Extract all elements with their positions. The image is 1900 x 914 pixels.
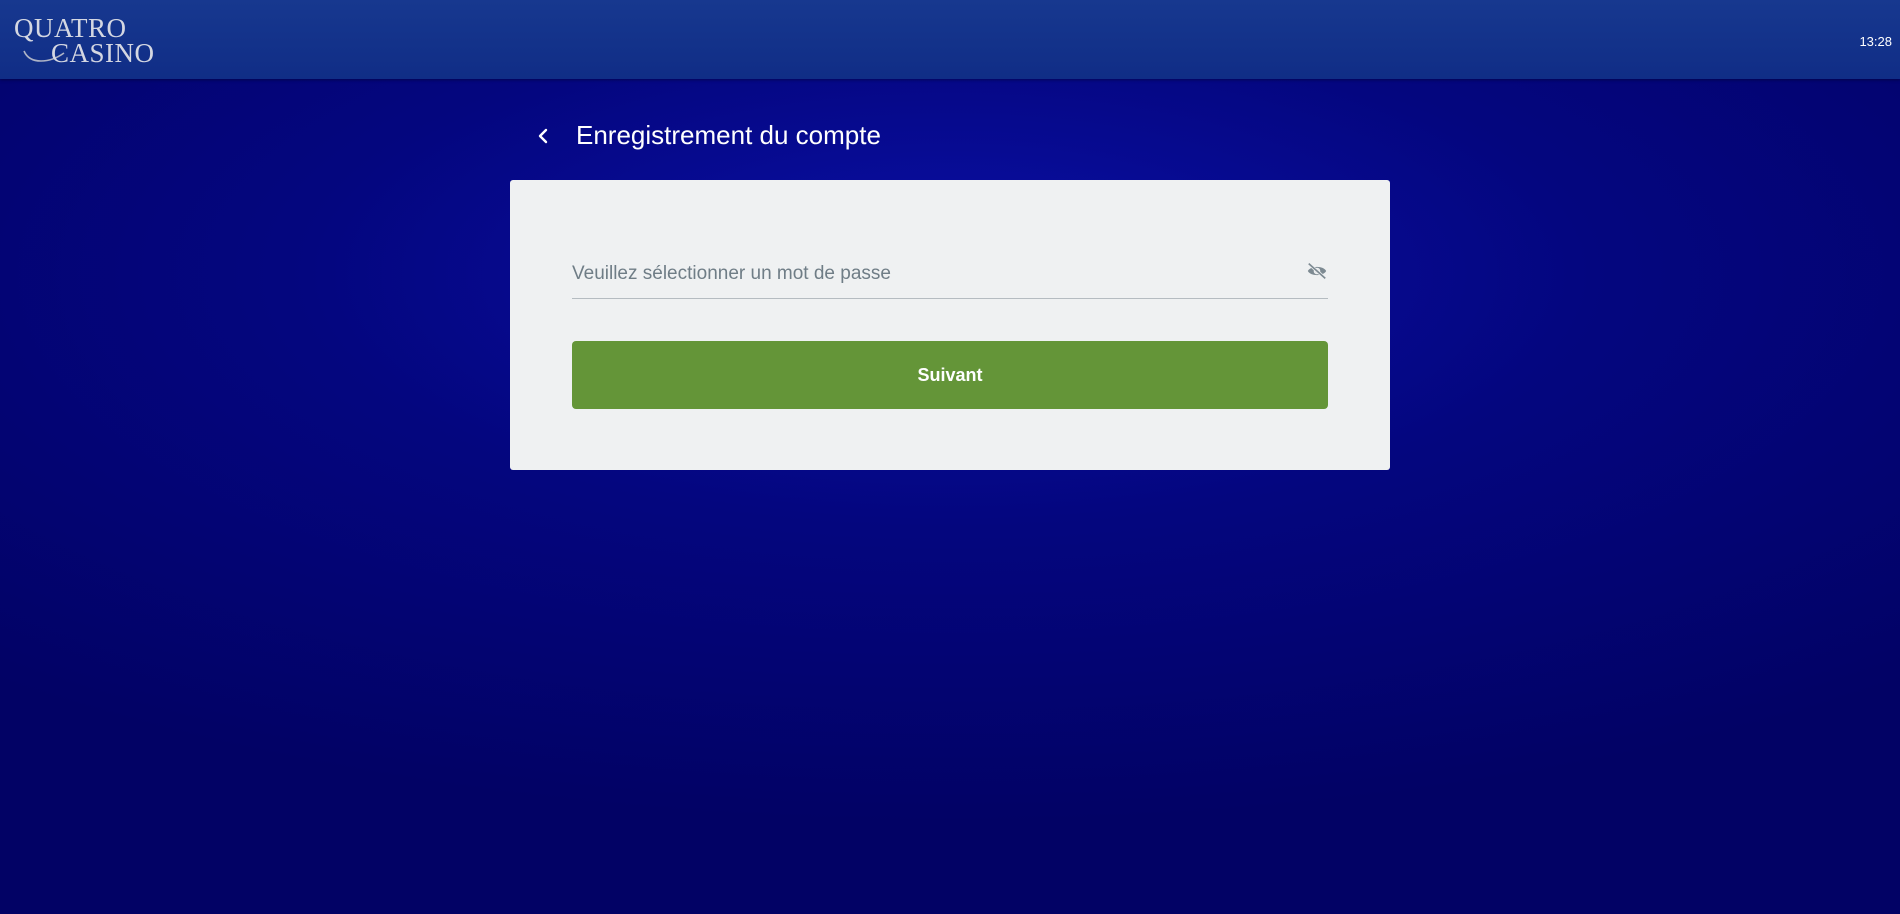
- top-bar: QUATRO CASINO 13:28: [0, 0, 1900, 79]
- back-button[interactable]: [530, 123, 556, 149]
- clock: 13:28: [1859, 34, 1892, 49]
- page-title: Enregistrement du compte: [576, 120, 881, 150]
- registration-card: Suivant: [510, 180, 1390, 470]
- eye-off-icon[interactable]: [1306, 260, 1328, 282]
- next-button[interactable]: Suivant: [572, 341, 1328, 409]
- chevron-left-icon: [538, 128, 548, 144]
- password-field: [572, 252, 1328, 299]
- quatro-casino-logo[interactable]: QUATRO CASINO: [14, 13, 164, 68]
- password-input[interactable]: [572, 252, 1272, 296]
- logo-text-casino: CASINO: [51, 38, 155, 68]
